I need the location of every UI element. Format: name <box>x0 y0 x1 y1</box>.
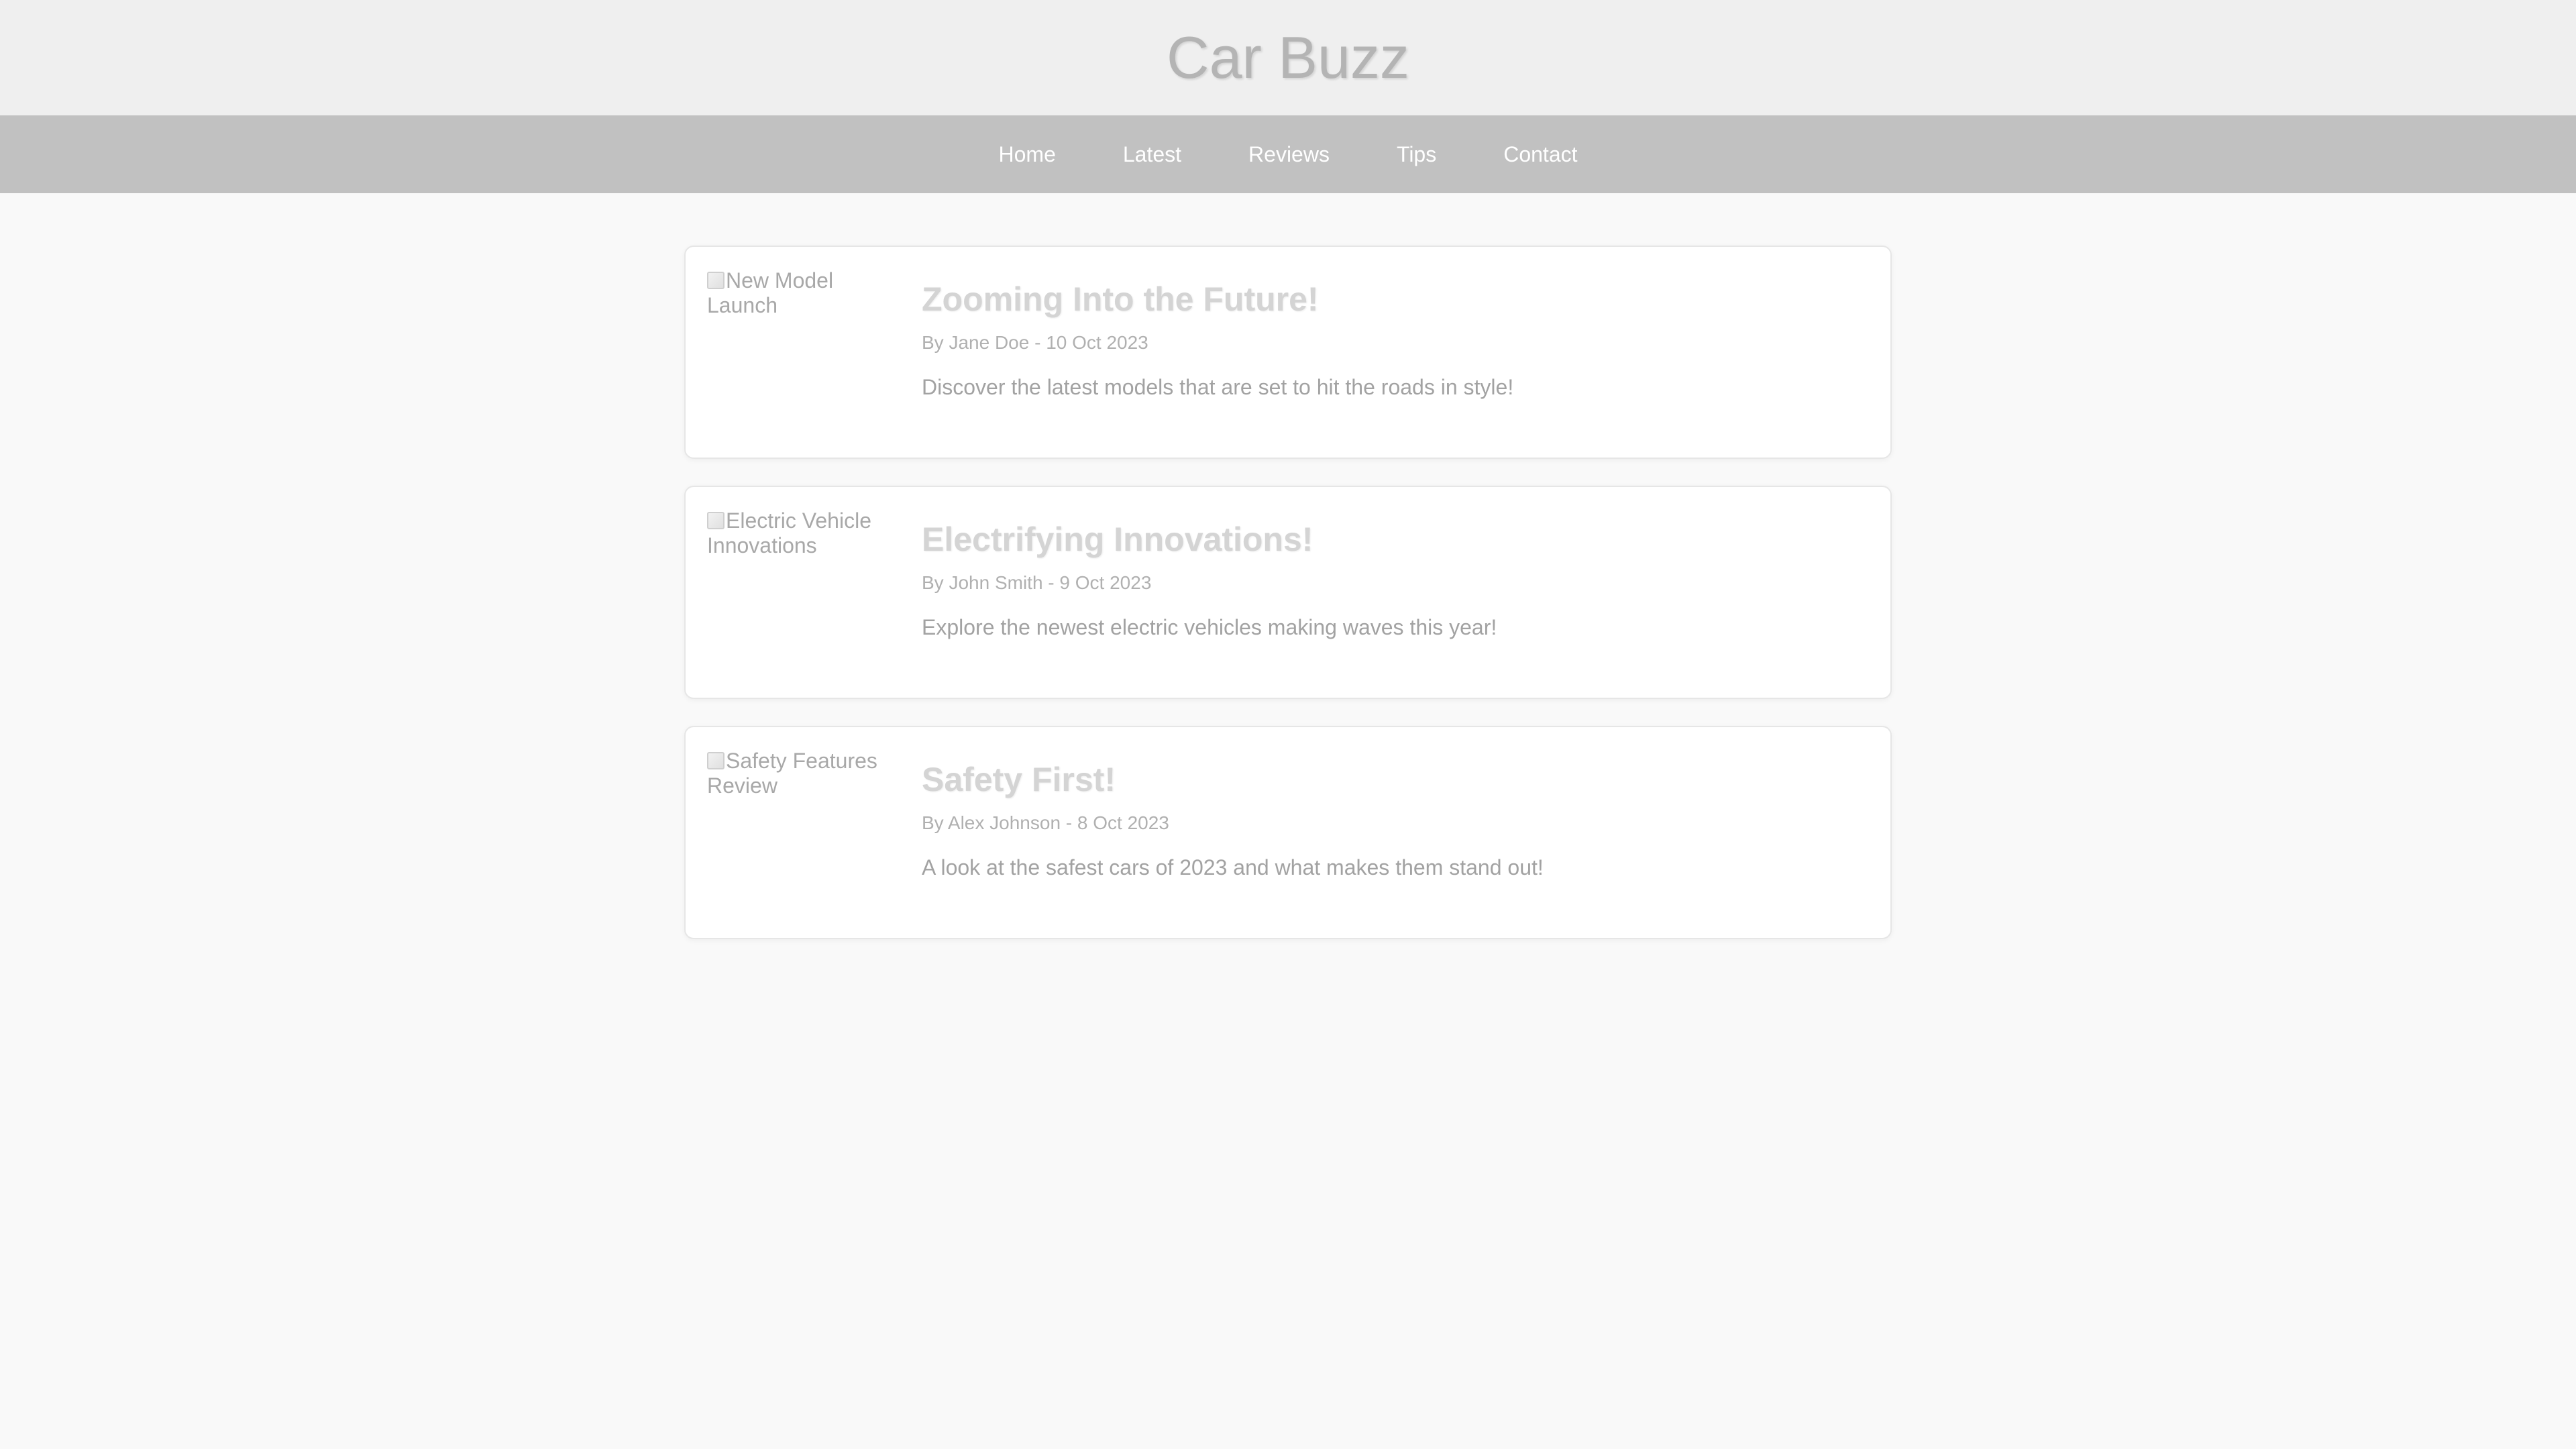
site-title: Car Buzz <box>1167 24 1409 91</box>
article-list: New Model Launch Zooming Into the Future… <box>684 193 1892 939</box>
nav-item-contact[interactable]: Contact <box>1470 142 1611 167</box>
site-header: Car Buzz <box>0 0 2576 115</box>
article-content: Safety First! By Alex Johnson - 8 Oct 20… <box>922 759 1869 902</box>
article-card[interactable]: New Model Launch Zooming Into the Future… <box>684 246 1892 459</box>
article-meta: By Alex Johnson - 8 Oct 2023 <box>922 812 1169 833</box>
article-image-alt: Electric Vehicle Innovations <box>707 508 871 557</box>
article-content: Zooming Into the Future! By Jane Doe - 1… <box>922 279 1869 421</box>
article-meta: By John Smith - 9 Oct 2023 <box>922 572 1152 593</box>
main-nav: Home Latest Reviews Tips Contact <box>0 115 2576 193</box>
article-image[interactable]: New Model Launch <box>707 268 908 349</box>
broken-image-icon <box>707 512 724 529</box>
article-excerpt: Discover the latest models that are set … <box>922 375 1514 399</box>
nav-item-tips[interactable]: Tips <box>1363 142 1470 167</box>
nav-item-home[interactable]: Home <box>965 142 1089 167</box>
article-excerpt: A look at the safest cars of 2023 and wh… <box>922 855 1544 879</box>
article-title[interactable]: Electrifying Innovations! <box>922 519 1869 559</box>
article-excerpt: Explore the newest electric vehicles mak… <box>922 615 1497 639</box>
nav-item-latest[interactable]: Latest <box>1089 142 1215 167</box>
article-image-alt: New Model Launch <box>707 268 834 317</box>
article-image[interactable]: Electric Vehicle Innovations <box>707 508 908 589</box>
article-image-alt: Safety Features Review <box>707 749 877 798</box>
article-content: Electrifying Innovations! By John Smith … <box>922 519 1869 661</box>
nav-item-reviews[interactable]: Reviews <box>1215 142 1363 167</box>
broken-image-icon <box>707 752 724 769</box>
article-title[interactable]: Safety First! <box>922 759 1869 800</box>
article-meta: By Jane Doe - 10 Oct 2023 <box>922 332 1148 353</box>
article-title[interactable]: Zooming Into the Future! <box>922 279 1869 319</box>
article-card[interactable]: Safety Features Review Safety First! By … <box>684 726 1892 939</box>
article-image[interactable]: Safety Features Review <box>707 749 908 829</box>
article-card[interactable]: Electric Vehicle Innovations Electrifyin… <box>684 486 1892 699</box>
broken-image-icon <box>707 272 724 289</box>
